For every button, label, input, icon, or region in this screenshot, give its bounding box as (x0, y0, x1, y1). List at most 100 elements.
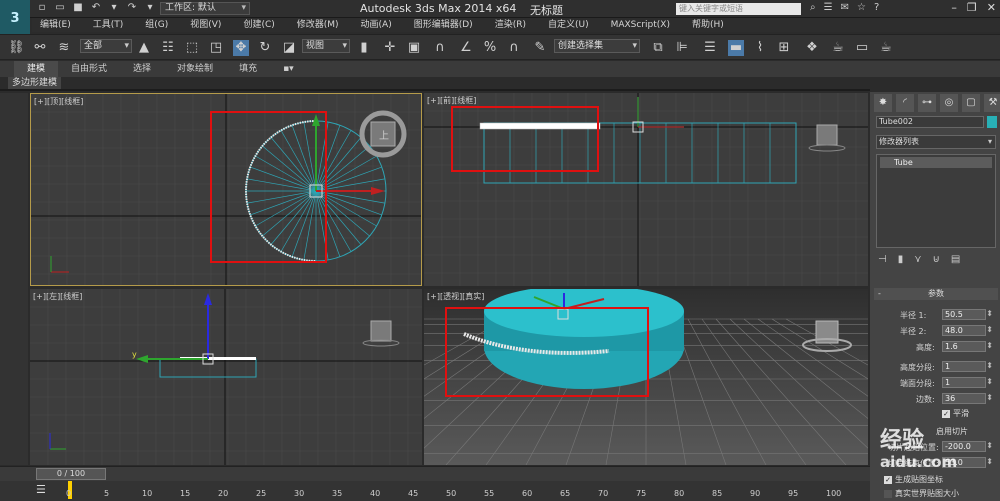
mini-curve-editor-icon[interactable]: ☰ (36, 483, 52, 497)
graphite-toggle-icon[interactable]: ▬ (728, 40, 744, 56)
keyboard-shortcut-icon[interactable]: ▣ (406, 40, 422, 56)
track-bar[interactable]: ☰ 0 5 10 15 20 25 30 35 40 45 50 55 60 65 70 75 80 85 90 95… (0, 481, 870, 501)
ribbon-tab-0[interactable]: 建模 (14, 61, 59, 77)
menu-item-9[interactable]: 自定义(U) (548, 18, 589, 32)
param-spinner[interactable]: 1.6 (942, 341, 993, 352)
pin-stack-icon[interactable]: ⊣ (878, 254, 887, 265)
move-icon[interactable]: ✥ (233, 40, 249, 56)
ribbon-tab-1[interactable]: 自由形式 (58, 61, 120, 77)
ribbon-options-icon[interactable]: ▪▾ (270, 61, 307, 77)
menu-item-0[interactable]: 编辑(E) (40, 18, 71, 32)
select-object-icon[interactable]: ▲ (136, 40, 152, 56)
rect-selection-icon[interactable]: ⬚ (184, 40, 200, 56)
modifier-list-select[interactable]: 修改器列表 (876, 135, 996, 149)
favorites-icon[interactable]: ☆ (857, 2, 866, 13)
slice-from-spinner[interactable]: -200.0 (942, 441, 993, 452)
minimize-icon[interactable]: – (951, 1, 957, 14)
ribbon-tab-3[interactable]: 对象绘制 (164, 61, 226, 77)
remove-modifier-icon[interactable]: ⊍ (933, 254, 940, 265)
object-name-field[interactable]: Tube002 (876, 116, 984, 128)
menu-item-5[interactable]: 修改器(M) (297, 18, 339, 32)
viewport-label[interactable]: [+][透视][真实] (427, 291, 484, 302)
menu-item-1[interactable]: 工具(T) (93, 18, 124, 32)
generate-mapping-checkbox[interactable]: ✓ 生成贴图坐标 (884, 474, 943, 485)
slice-on-checkbox[interactable]: 启用切片 (936, 426, 968, 437)
render-production-icon[interactable]: ☕ (878, 40, 894, 56)
unlink-icon[interactable]: ⚯ (32, 40, 48, 56)
display-tab-icon[interactable]: ▢ (962, 94, 980, 112)
viewport-label[interactable]: [+][前][线框] (427, 95, 476, 106)
menu-item-11[interactable]: 帮助(H) (692, 18, 724, 32)
menu-item-2[interactable]: 组(G) (145, 18, 168, 32)
menu-item-7[interactable]: 图形编辑器(D) (414, 18, 473, 32)
named-selection-select[interactable]: 创建选择集 (554, 39, 640, 53)
menu-item-3[interactable]: 视图(V) (190, 18, 221, 32)
subscription-icon[interactable]: ☰ (824, 2, 833, 13)
viewport-front[interactable]: [+][前][线框] (424, 93, 868, 286)
restore-icon[interactable]: ❐ (967, 1, 977, 14)
new-file-icon[interactable]: ▫ (36, 2, 48, 14)
bind-spacewarp-icon[interactable]: ≋ (56, 40, 72, 56)
undo-icon[interactable]: ↶ (90, 2, 102, 14)
app-logo-button[interactable]: 3 (0, 0, 30, 36)
utilities-tab-icon[interactable]: ⚒ (984, 94, 1000, 112)
param-spinner[interactable]: 1 (942, 361, 993, 372)
time-slider[interactable]: 0 / 100 (36, 468, 106, 480)
redo-dropdown-icon[interactable]: ▾ (144, 2, 156, 14)
communication-icon[interactable]: ✉ (841, 2, 849, 13)
save-icon[interactable]: ■ (72, 2, 84, 14)
workspace-select[interactable]: 工作区: 默认 (160, 2, 250, 15)
viewport-label[interactable]: [+][左][线框] (33, 291, 82, 302)
select-by-name-icon[interactable]: ☷ (160, 40, 176, 56)
link-icon[interactable]: ⛓ (8, 40, 25, 56)
ribbon-subtab[interactable]: 多边形建模 (8, 77, 62, 89)
selection-filter-select[interactable]: 全部 (80, 39, 132, 53)
ribbon-tab-2[interactable]: 选择 (120, 61, 164, 77)
ribbon-tab-4[interactable]: 填充 (226, 61, 270, 77)
spinner-snap-icon[interactable]: ∩ (506, 40, 522, 56)
schematic-view-icon[interactable]: ⊞ (776, 40, 792, 56)
make-unique-icon[interactable]: ⋎ (914, 254, 921, 265)
object-color-swatch[interactable] (987, 116, 997, 128)
search-input[interactable]: 键入关键字或短语 (676, 3, 801, 15)
rendered-frame-icon[interactable]: ▭ (854, 40, 870, 56)
select-manipulate-icon[interactable]: ✛ (382, 40, 398, 56)
align-icon[interactable]: ⊫ (674, 40, 690, 56)
menu-item-8[interactable]: 渲染(R) (495, 18, 526, 32)
show-end-result-icon[interactable]: ▮ (898, 254, 904, 265)
scale-icon[interactable]: ◪ (281, 40, 297, 56)
edit-named-selection-icon[interactable]: ✎ (532, 40, 548, 56)
parameters-rollout[interactable]: - 参数 (874, 288, 998, 300)
real-world-map-checkbox[interactable]: 真实世界贴图大小 (884, 488, 959, 499)
hierarchy-tab-icon[interactable]: ⊶ (918, 94, 936, 112)
stack-item-tube[interactable]: Tube (880, 157, 992, 168)
viewport-perspective[interactable]: [+][透视][真实] (424, 289, 868, 465)
angle-snap-icon[interactable]: ∠ (458, 40, 474, 56)
rotate-icon[interactable]: ↻ (257, 40, 273, 56)
param-spinner[interactable]: 1 (942, 377, 993, 388)
close-icon[interactable]: ✕ (987, 1, 996, 14)
help-icon[interactable]: ? (874, 2, 879, 13)
material-editor-icon[interactable]: ❖ (804, 40, 820, 56)
pivot-center-icon[interactable]: ▮ (356, 40, 372, 56)
layer-manager-icon[interactable]: ☰ (702, 40, 718, 56)
binoculars-icon[interactable]: ⌕ (810, 2, 816, 13)
snap-3d-icon[interactable]: ∩ (432, 40, 448, 56)
viewport-top[interactable]: [+][顶][线框] 上 (30, 93, 422, 286)
reference-coordinate-select[interactable]: 视图 (302, 39, 350, 53)
curve-editor-icon[interactable]: ⌇ (752, 40, 768, 56)
percent-snap-icon[interactable]: % (482, 40, 498, 56)
param-spinner[interactable]: 50.5 (942, 309, 993, 320)
menu-item-6[interactable]: 动画(A) (361, 18, 392, 32)
undo-dropdown-icon[interactable]: ▾ (108, 2, 120, 14)
render-setup-icon[interactable]: ☕ (830, 40, 846, 56)
param-spinner[interactable]: 48.0 (942, 325, 993, 336)
smooth-checkbox[interactable]: ✓ 平滑 (942, 408, 969, 419)
viewport-label[interactable]: [+][顶][线框] (34, 96, 83, 107)
create-tab-icon[interactable]: ✸ (874, 94, 892, 112)
mirror-icon[interactable]: ⧉ (650, 40, 666, 56)
menu-item-4[interactable]: 创建(C) (243, 18, 274, 32)
viewport-left[interactable]: [+][左][线框] y (30, 289, 422, 465)
window-crossing-icon[interactable]: ◳ (208, 40, 224, 56)
configure-sets-icon[interactable]: ▤ (951, 254, 960, 265)
